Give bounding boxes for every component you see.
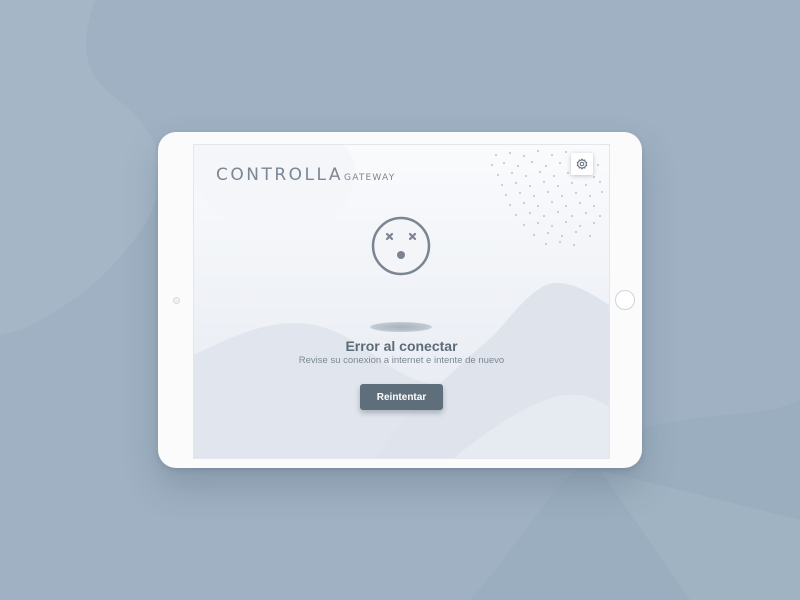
settings-button[interactable] — [571, 153, 593, 175]
screen-background — [194, 145, 609, 458]
gear-icon — [576, 158, 588, 170]
home-button — [615, 290, 635, 310]
error-title: Error al conectar — [345, 338, 458, 354]
brand-name: CONTROLLA — [216, 165, 344, 185]
camera — [173, 297, 180, 304]
retry-button[interactable]: Reintentar — [360, 384, 443, 410]
app-screen: CONTROLLAGATEWAY Error al conectar Revis — [193, 144, 610, 459]
brand-logo: CONTROLLAGATEWAY — [216, 165, 395, 185]
sad-face-icon — [371, 216, 431, 276]
error-message: Revise su conexion a internet e intente … — [298, 355, 505, 366]
icon-shadow — [370, 322, 432, 332]
tablet-device: CONTROLLAGATEWAY Error al conectar Revis — [158, 132, 642, 468]
brand-suffix: GATEWAY — [344, 173, 396, 183]
